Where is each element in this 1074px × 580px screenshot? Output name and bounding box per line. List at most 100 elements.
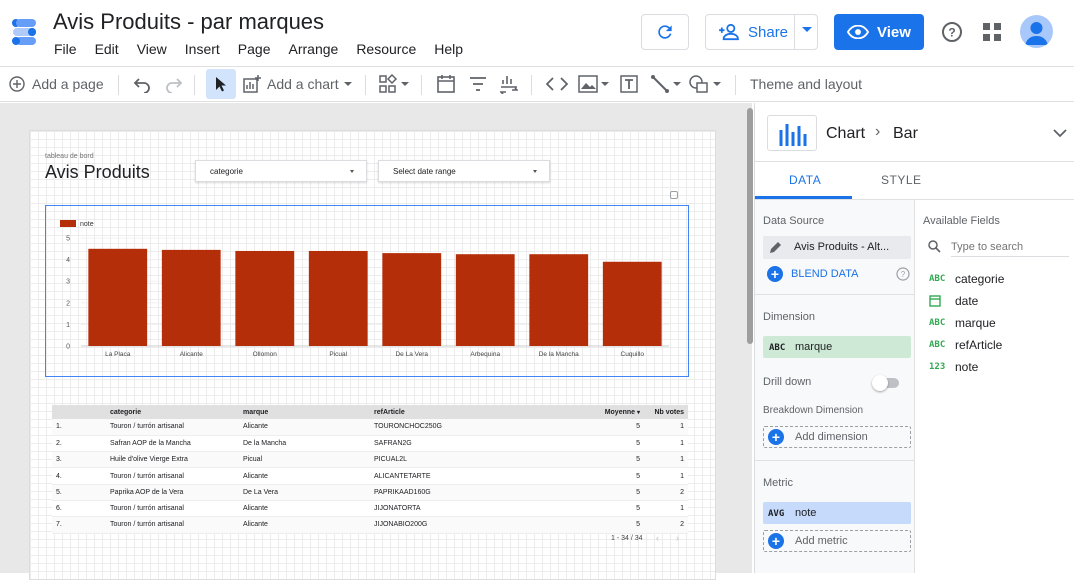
select-tool-button[interactable] <box>206 69 236 99</box>
add-circle-icon: + <box>767 266 783 282</box>
table-row[interactable]: 2. Safran AOP de la Mancha De la Mancha SAF… <box>52 435 688 452</box>
menu-file[interactable]: File <box>54 41 77 57</box>
bar[interactable] <box>602 261 662 346</box>
data-table[interactable]: categorie marque refArticle Moyenne ▾ Nb… <box>52 405 688 543</box>
field-item[interactable]: ABC categorie <box>923 269 1071 289</box>
table-row[interactable]: 1. Touron / turrón artisanal Alicante TOURO… <box>52 419 688 436</box>
table-row[interactable]: 4. Touron / turrón artisanal Alicante ALICA… <box>52 467 688 485</box>
add-page-label: Add a page <box>32 76 104 92</box>
col-marque[interactable]: marque <box>243 405 374 419</box>
col-categorie[interactable]: categorie <box>110 405 243 419</box>
share-button[interactable]: Share <box>705 14 818 50</box>
share-label: Share <box>748 23 789 41</box>
field-item[interactable]: date <box>923 291 1071 311</box>
report-page[interactable]: tableau de bord Avis Produits categorie … <box>29 130 716 580</box>
field-type: 123 <box>929 362 946 372</box>
field-item[interactable]: ABC marque <box>923 313 1071 333</box>
bar[interactable] <box>235 250 295 346</box>
bar[interactable] <box>308 250 368 346</box>
drill-down-toggle[interactable] <box>872 375 899 391</box>
menu-resource[interactable]: Resource <box>356 41 416 57</box>
menu-edit[interactable]: Edit <box>95 41 119 57</box>
table-cell: 4. <box>56 472 62 480</box>
table-cell: 2 <box>680 521 684 529</box>
metric-value: note <box>795 507 817 519</box>
blend-data-button[interactable]: BLEND DATA <box>791 268 858 280</box>
help-icon[interactable]: ? <box>896 267 910 281</box>
add-chart-label: Add a chart <box>267 76 339 92</box>
edit-pencil-icon[interactable] <box>769 241 782 254</box>
field-type: ABC <box>929 318 946 328</box>
collapse-panel-icon[interactable] <box>1053 129 1067 138</box>
menu-page[interactable]: Page <box>238 41 271 57</box>
image-button[interactable] <box>578 67 609 101</box>
theme-layout-button[interactable]: Theme and layout <box>750 67 862 101</box>
table-cell: 5 <box>636 521 640 529</box>
metric-chip[interactable]: AVG note <box>763 502 911 524</box>
divider <box>755 294 915 295</box>
line-button[interactable] <box>650 67 681 101</box>
bar[interactable] <box>455 254 515 346</box>
x-tick-label: Alicante <box>180 351 204 358</box>
data-studio-logo[interactable] <box>10 16 40 48</box>
categorie-filter[interactable]: categorie <box>195 160 367 182</box>
add-page-button[interactable]: Add a page <box>9 67 104 101</box>
line-dropdown-icon <box>673 82 681 86</box>
code-icon[interactable] <box>546 76 568 92</box>
add-control-button[interactable] <box>378 67 409 101</box>
tab-style[interactable]: STYLE <box>881 173 922 187</box>
chart-type-picker[interactable] <box>767 115 817 151</box>
redo-icon[interactable] <box>165 75 183 93</box>
add-chart-button[interactable]: Add a chart <box>242 67 352 101</box>
add-dimension-button[interactable]: + Add dimension <box>763 426 911 448</box>
dimension-chip[interactable]: ABC marque <box>763 336 911 358</box>
field-item[interactable]: ABC refArticle <box>923 335 1071 355</box>
bar[interactable] <box>382 253 442 346</box>
menu-view[interactable]: View <box>137 41 167 57</box>
date-range-filter[interactable]: Select date range <box>378 160 550 182</box>
document-title[interactable]: Avis Produits - par marques <box>53 9 324 35</box>
help-icon[interactable]: ? <box>941 21 963 43</box>
table-cell: 5. <box>56 488 62 496</box>
data-control-icon[interactable] <box>500 74 518 94</box>
col-nb-votes[interactable]: Nb votes <box>640 405 688 419</box>
table-row[interactable]: 5. Paprika AOP de la Vera De La Vera PAPRIK… <box>52 484 688 501</box>
properties-panel: Chart › Bar DATA STYLE Data Source Avis … <box>754 103 1074 573</box>
next-page-icon[interactable]: › <box>676 533 679 543</box>
undo-icon[interactable] <box>133 75 151 93</box>
table-row[interactable]: 3. Huile d'olive Vierge Extra Picual PICUAL… <box>52 451 688 468</box>
table-cell: 5 <box>636 472 640 480</box>
shape-button[interactable] <box>688 67 721 101</box>
account-avatar[interactable] <box>1020 15 1053 48</box>
canvas-scrollbar[interactable] <box>747 108 753 344</box>
calendar-icon <box>929 295 941 307</box>
field-item[interactable]: 123 note <box>923 357 1071 377</box>
col-refarticle[interactable]: refArticle <box>374 405 584 419</box>
calendar-icon[interactable] <box>437 74 455 94</box>
menu-arrange[interactable]: Arrange <box>289 41 339 57</box>
table-cell: PAPRIKAAD160G <box>374 488 431 496</box>
menu-help[interactable]: Help <box>434 41 463 57</box>
field-search-input[interactable] <box>951 237 1069 257</box>
data-source-chip[interactable]: Avis Produits - Alt... <box>763 236 911 259</box>
add-chart-icon <box>243 75 261 93</box>
table-row[interactable]: 6. Touron / turrón artisanal Alicante JIJON… <box>52 500 688 517</box>
tab-data[interactable]: DATA <box>789 173 821 187</box>
text-box-icon[interactable] <box>619 74 639 94</box>
svg-text:?: ? <box>948 26 955 40</box>
refresh-button[interactable] <box>641 14 689 50</box>
more-vert-icon[interactable] <box>669 190 675 200</box>
filter-icon[interactable] <box>469 75 487 93</box>
col-moyenne[interactable]: Moyenne ▾ <box>584 405 640 419</box>
share-dropdown-icon[interactable] <box>802 27 812 32</box>
bar-chart[interactable]: note 0 1 2 3 4 5 La Placa Alicante Ollomon Picual D… <box>45 211 689 371</box>
bar[interactable] <box>161 249 221 346</box>
view-button[interactable]: View <box>834 14 924 50</box>
bar[interactable] <box>88 248 148 346</box>
menu-insert[interactable]: Insert <box>185 41 220 57</box>
bar[interactable] <box>529 254 589 346</box>
apps-grid-icon[interactable] <box>983 23 1001 41</box>
prev-page-icon[interactable]: ‹ <box>656 533 659 543</box>
add-metric-button[interactable]: + Add metric <box>763 530 911 552</box>
table-row[interactable]: 7. Touron / turrón artisanal Alicante JIJON… <box>52 516 688 534</box>
